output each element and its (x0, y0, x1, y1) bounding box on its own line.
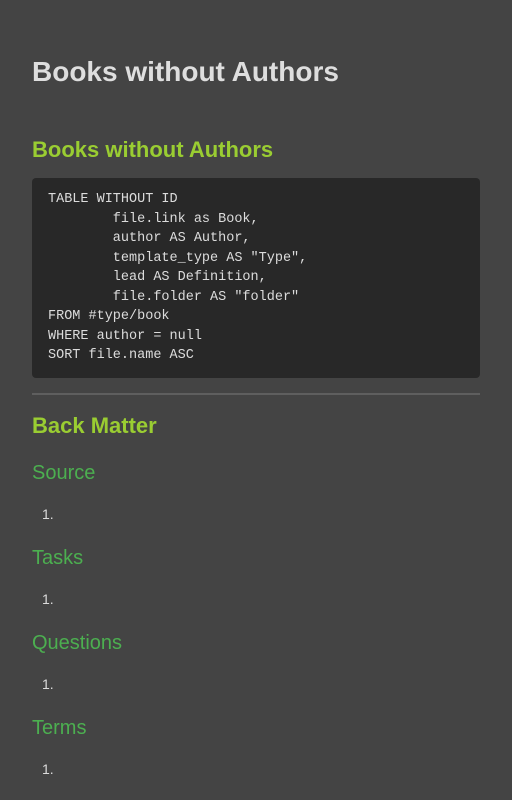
tasks-heading[interactable]: Tasks (32, 545, 83, 571)
tasks-list: 1. (32, 590, 54, 608)
source-heading[interactable]: Source (32, 460, 95, 486)
back-matter-heading[interactable]: Back Matter (32, 412, 157, 440)
source-list: 1. (32, 505, 54, 523)
query-section-heading[interactable]: Books without Authors (32, 136, 273, 164)
horizontal-rule (32, 393, 480, 395)
terms-heading[interactable]: Terms (32, 715, 86, 741)
terms-list-item[interactable]: 1. (32, 760, 54, 778)
tasks-list-item[interactable]: 1. (32, 590, 54, 608)
questions-list-item[interactable]: 1. (32, 675, 54, 693)
source-list-item[interactable]: 1. (32, 505, 54, 523)
terms-list: 1. (32, 760, 54, 778)
note-page: Books without Authors Books without Auth… (0, 0, 512, 800)
dataview-query-code-block[interactable]: TABLE WITHOUT ID file.link as Book, auth… (32, 178, 480, 378)
questions-heading[interactable]: Questions (32, 630, 122, 656)
page-title: Books without Authors (32, 56, 339, 87)
questions-list: 1. (32, 675, 54, 693)
